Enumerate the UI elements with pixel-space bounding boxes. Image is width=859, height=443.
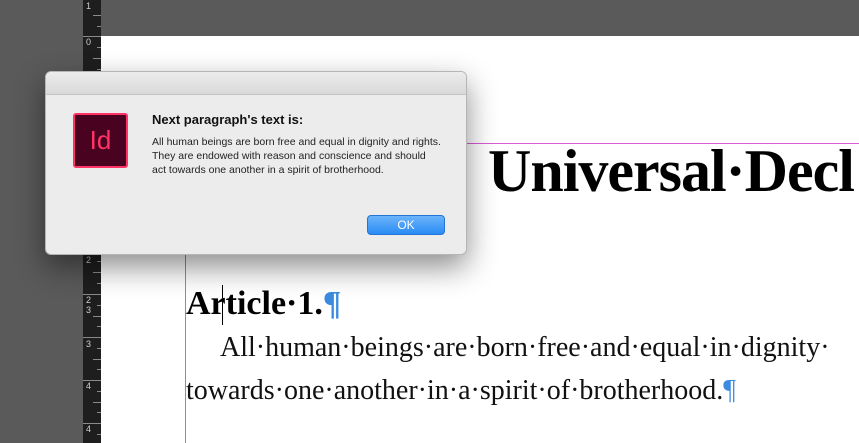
ruler-tick — [93, 58, 101, 59]
dialog-heading: Next paragraph's text is: — [152, 112, 304, 127]
ruler-tick — [83, 423, 101, 424]
ruler-tick — [93, 316, 101, 317]
ruler-label: 4 — [86, 424, 92, 434]
document-title-text: Universal·Decl — [488, 138, 855, 204]
ruler-tick — [83, 380, 101, 381]
document-title[interactable]: Universal·Decl — [488, 137, 855, 206]
ruler-tick — [93, 402, 101, 403]
body-line-1: All·human·beings·are·born·free·and·equal… — [220, 332, 830, 363]
dialog-message: All human beings are born free and equal… — [152, 136, 441, 176]
ruler-tick — [83, 36, 101, 37]
alert-dialog: Id Next paragraph's text is: All human b… — [45, 71, 467, 255]
ruler-label: 2 — [86, 255, 92, 265]
ruler-label: 0 — [86, 37, 92, 47]
article-heading[interactable]: Article·1.¶ — [186, 285, 341, 323]
body-text-line[interactable]: towards·one·another·in·a·spirit·of·broth… — [186, 375, 736, 407]
body-line-2: towards·one·another·in·a·spirit·of·broth… — [186, 375, 724, 406]
ruler-label: 2 — [86, 295, 92, 305]
ok-button[interactable]: OK — [367, 215, 445, 235]
ruler-label: 3 — [86, 305, 92, 315]
indesign-app-icon: Id — [73, 113, 128, 168]
ruler-tick — [83, 337, 101, 338]
ruler-tick — [83, 294, 101, 295]
ruler-tick — [93, 359, 101, 360]
ruler-label: 1 — [86, 1, 92, 11]
dialog-titlebar[interactable] — [46, 72, 466, 95]
text-cursor — [222, 285, 223, 325]
article-heading-text: Article·1. — [186, 285, 323, 322]
ruler-tick — [97, 26, 101, 27]
ruler-label: 4 — [86, 381, 92, 391]
ruler-tick — [93, 272, 101, 273]
pilcrow-mark: ¶ — [322, 285, 342, 322]
app-icon-text: Id — [89, 125, 112, 155]
margin-guide-vertical — [185, 253, 186, 443]
ruler-label: 3 — [86, 339, 92, 349]
body-text-line[interactable]: All·human·beings·are·born·free·and·equal… — [220, 332, 830, 364]
ruler-tick — [93, 15, 101, 16]
pilcrow-mark: ¶ — [723, 375, 736, 406]
